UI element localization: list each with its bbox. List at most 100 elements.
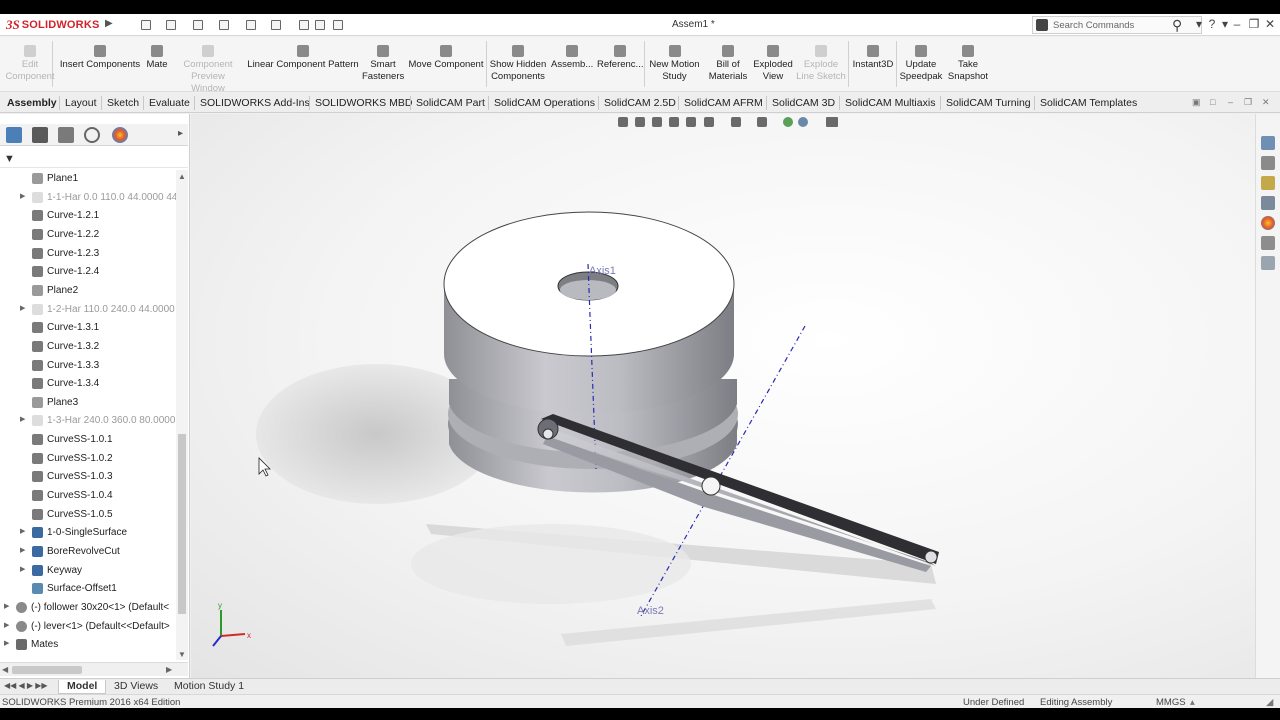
tree-item[interactable]: Plane2 (0, 282, 176, 300)
scroll-left-icon[interactable]: ◀ (2, 665, 8, 674)
apply-scene-icon[interactable] (798, 117, 808, 127)
scroll-down-icon[interactable]: ▼ (178, 650, 186, 659)
tab-solidcam-part[interactable]: SolidCAM Part (416, 95, 485, 113)
appearances-icon[interactable] (1261, 216, 1275, 230)
expand-arrow-icon[interactable]: ▶ (20, 546, 25, 554)
bill-of-materials-button[interactable]: Bill of Materials (706, 41, 750, 89)
doc-tile-icon[interactable]: ▣ (1192, 97, 1201, 108)
doc-minimize-button[interactable]: – (1228, 97, 1233, 107)
filter-row[interactable]: ▼ (0, 152, 188, 168)
display-manager-tab-icon[interactable] (112, 127, 128, 143)
hide-show-items-icon[interactable] (757, 117, 767, 127)
custom-properties-icon[interactable] (1261, 236, 1275, 250)
expand-arrow-icon[interactable]: ▶ (20, 527, 25, 535)
tree-item[interactable]: Curve-1.3.3 (0, 357, 176, 375)
tree-item[interactable]: CurveSS-1.0.2 (0, 450, 176, 468)
unit-dropdown-icon[interactable]: ▴ (1190, 697, 1195, 708)
smart-fasteners-button[interactable]: Smart Fasteners (362, 41, 404, 89)
take-snapshot-button[interactable]: Take Snapshot (946, 41, 990, 89)
lever-end-pin[interactable] (924, 550, 938, 564)
view-settings-icon[interactable] (826, 117, 838, 127)
tree-hscroll-thumb[interactable] (12, 666, 82, 674)
tab-assembly[interactable]: Assembly (7, 95, 57, 113)
expand-arrow-icon[interactable]: ▶ (4, 621, 9, 629)
dimxpert-tab-icon[interactable] (84, 127, 100, 143)
tab-evaluate[interactable]: Evaluate (149, 95, 190, 113)
graphics-area[interactable]: Axis1 Axis2 y x ▣ (191, 114, 1255, 678)
save-icon[interactable] (190, 17, 206, 33)
tree-item[interactable]: Surface-Offset1 (0, 580, 176, 598)
tree-item[interactable]: ▶ 1-0-SingleSurface (0, 524, 176, 542)
bottom-tab-3d-views[interactable]: 3D Views (106, 680, 166, 694)
expand-arrow-icon[interactable]: ▶ (20, 304, 25, 312)
insert-components-button[interactable]: Insert Components (58, 41, 142, 89)
tree-item[interactable]: Curve-1.2.2 (0, 226, 176, 244)
dynamic-annotation-icon[interactable] (686, 117, 696, 127)
restore-window-button[interactable]: ❐ (1247, 17, 1261, 31)
doc-tile2-icon[interactable]: □ (1210, 97, 1215, 107)
options-icon[interactable] (330, 17, 346, 33)
open-icon[interactable] (163, 17, 179, 33)
tree-item[interactable]: Curve-1.3.2 (0, 338, 176, 356)
tab-solidcam-multiaxis[interactable]: SolidCAM Multiaxis (845, 95, 935, 113)
tree-item[interactable]: ▶ (-) lever<1> (Default<<Default> (0, 618, 176, 636)
search-icon[interactable]: ⚲ (1172, 17, 1182, 34)
filter-icon[interactable]: ▼ (4, 153, 15, 165)
tab-solidcam-2-5d[interactable]: SolidCAM 2.5D (604, 95, 676, 113)
tab-solidcam-templates[interactable]: SolidCAM Templates (1040, 95, 1137, 113)
bottom-tab-motion-study-1[interactable]: Motion Study 1 (166, 680, 252, 694)
tree-item[interactable]: Curve-1.2.4 (0, 263, 176, 281)
display-style-icon[interactable] (731, 117, 741, 127)
expand-arrow-icon[interactable]: ▶ (4, 639, 9, 647)
move-component-button[interactable]: Move Component (406, 41, 486, 89)
zoom-to-fit-icon[interactable] (618, 117, 628, 127)
tree-item[interactable]: ▶ (-) follower 30x20<1> (Default< (0, 599, 176, 617)
expand-arrow-icon[interactable]: ▶ (20, 565, 25, 573)
exploded-view-button[interactable]: Exploded View (752, 41, 794, 89)
rebuild-icon[interactable] (296, 17, 312, 33)
update-speedpak-button[interactable]: Update Speedpak (898, 41, 944, 89)
axis2-label[interactable]: Axis2 (637, 605, 664, 617)
undo-icon[interactable] (243, 17, 259, 33)
tree-item[interactable]: Plane3 (0, 394, 176, 412)
print-icon[interactable] (216, 17, 232, 33)
tab-solidworks-add-ins[interactable]: SOLIDWORKS Add-Ins (200, 95, 310, 113)
edit-component-button[interactable]: Edit Component (4, 41, 56, 89)
tab-solidcam-3d[interactable]: SolidCAM 3D (772, 95, 835, 113)
tree-item[interactable]: CurveSS-1.0.3 (0, 468, 176, 486)
tree-item[interactable]: Curve-1.2.1 (0, 207, 176, 225)
edit-appearance-icon[interactable] (783, 117, 793, 127)
featuremanager-tab-icon[interactable] (6, 127, 22, 143)
tab-solidcam-operations[interactable]: SolidCAM Operations (494, 95, 595, 113)
expand-arrow-icon[interactable]: ▶ (20, 192, 25, 200)
bottom-tab-model[interactable]: Model (58, 680, 107, 694)
tree-item[interactable]: CurveSS-1.0.4 (0, 487, 176, 505)
lever-pivot-hole[interactable] (701, 476, 721, 496)
section-view-icon[interactable] (669, 117, 679, 127)
tree-item[interactable]: Curve-1.2.3 (0, 245, 176, 263)
axis1-label[interactable]: Axis1 (589, 265, 616, 277)
doc-close-button[interactable]: ✕ (1262, 97, 1270, 108)
search-dropdown-icon[interactable]: ▾ (1192, 17, 1206, 31)
scroll-up-icon[interactable]: ▲ (178, 172, 186, 181)
tab-sketch[interactable]: Sketch (107, 95, 139, 113)
view-palette-icon[interactable] (1261, 196, 1275, 210)
design-library-icon[interactable] (1261, 156, 1275, 170)
tree-item[interactable]: Curve-1.3.4 (0, 375, 176, 393)
search-scope-icon[interactable] (1036, 19, 1048, 31)
tree-item[interactable]: ▶ 1-3-Har 240.0 360.0 80.0000 - (0, 412, 176, 430)
solidworks-logo[interactable]: 3S SOLIDWORKS (6, 17, 100, 33)
tab-solidcam-turning[interactable]: SolidCAM Turning (946, 95, 1031, 113)
mate-button[interactable]: Mate (143, 41, 171, 89)
expand-arrow-icon[interactable]: ▶ (4, 602, 9, 610)
linear-pattern-button[interactable]: Linear Component Pattern (246, 41, 360, 89)
tree-item[interactable]: ▶ BoreRevolveCut (0, 543, 176, 561)
new-icon[interactable] (138, 17, 154, 33)
unit-system[interactable]: MMGS (1156, 697, 1186, 708)
component-preview-button[interactable]: Component Preview Window (173, 41, 243, 94)
zoom-to-area-icon[interactable] (635, 117, 645, 127)
help-icon[interactable]: ? (1205, 17, 1219, 31)
minimize-window-button[interactable]: – (1230, 17, 1244, 31)
tree-item[interactable]: Curve-1.3.1 (0, 319, 176, 337)
tree-item[interactable]: CurveSS-1.0.5 (0, 506, 176, 524)
